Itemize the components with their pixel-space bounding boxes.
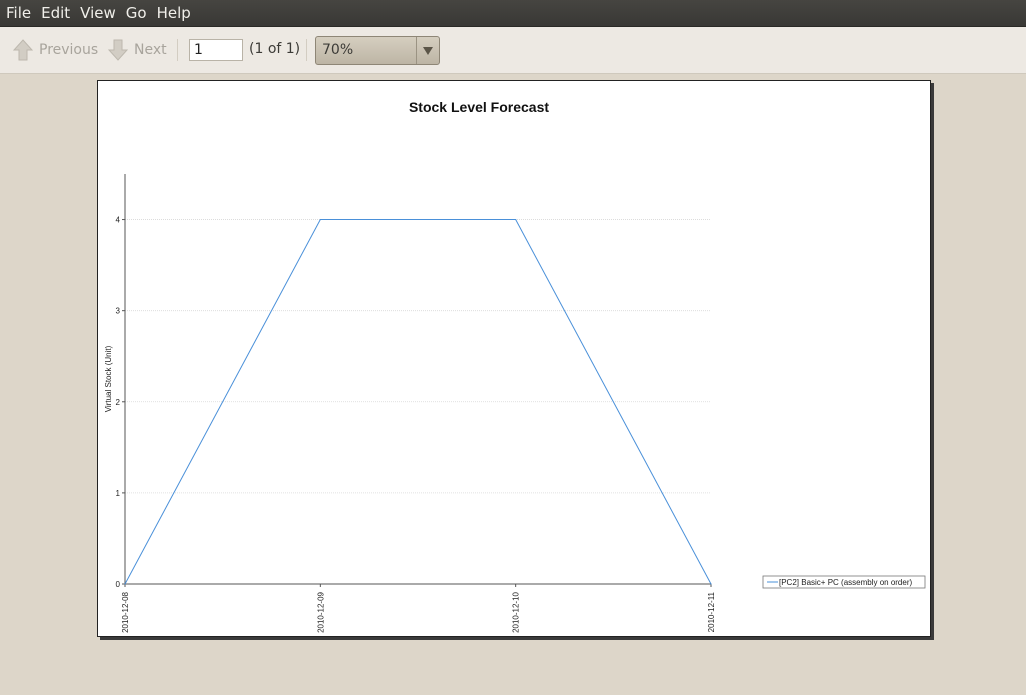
arrow-down-icon (108, 39, 128, 61)
legend-entry: [PC2] Basic+ PC (assembly on order) (779, 578, 912, 587)
zoom-value: 70% (322, 42, 354, 58)
legend: [PC2] Basic+ PC (assembly on order) (762, 575, 926, 589)
toolbar: Previous Next (1 of 1) 70% (0, 27, 1026, 74)
x-tick-label: 2010-12-11 (707, 591, 716, 632)
previous-button[interactable]: Previous (13, 27, 98, 73)
next-button[interactable]: Next (108, 27, 167, 73)
page-count: (1 of 1) (249, 41, 301, 57)
menu-go[interactable]: Go (121, 0, 152, 27)
y-tick-label: 1 (116, 489, 121, 498)
menu-help[interactable]: Help (152, 0, 196, 27)
y-tick-label: 0 (116, 580, 121, 589)
next-label: Next (134, 42, 167, 58)
stock-forecast-chart: Stock Level Forecast 0 1 2 3 4 2010-12-08 201… (104, 99, 926, 633)
chart-title: Stock Level Forecast (409, 99, 549, 115)
data-point (710, 583, 712, 585)
arrow-up-icon (13, 39, 33, 61)
x-tick-label: 2010-12-09 (316, 591, 325, 632)
menu-view[interactable]: View (75, 0, 121, 27)
data-point (319, 218, 321, 221)
menu-file[interactable]: File (1, 0, 36, 27)
y-axis-label: Virtual Stock (Unit) (104, 345, 113, 412)
y-tick-label: 2 (116, 398, 121, 407)
menu-edit[interactable]: Edit (36, 0, 75, 27)
document-view[interactable]: Stock Level Forecast 0 1 2 3 4 2010-12-08 201… (0, 74, 1026, 695)
page-number-input[interactable] (189, 39, 243, 61)
triangle-down-icon (423, 47, 433, 55)
toolbar-separator (177, 39, 178, 61)
x-tick-label: 2010-12-08 (121, 591, 130, 632)
x-tick-label: 2010-12-10 (512, 591, 521, 632)
document-page: Stock Level Forecast 0 1 2 3 4 2010-12-08 201… (97, 80, 931, 637)
y-tick-label: 4 (116, 216, 121, 225)
previous-label: Previous (39, 42, 99, 58)
menubar: File Edit View Go Help (0, 0, 1026, 27)
zoom-dropdown-button[interactable] (416, 37, 439, 64)
y-tick-label: 3 (116, 307, 121, 316)
zoom-select[interactable]: 70% (315, 36, 440, 65)
data-point (124, 583, 126, 585)
data-point (515, 218, 517, 221)
toolbar-separator (306, 39, 307, 61)
